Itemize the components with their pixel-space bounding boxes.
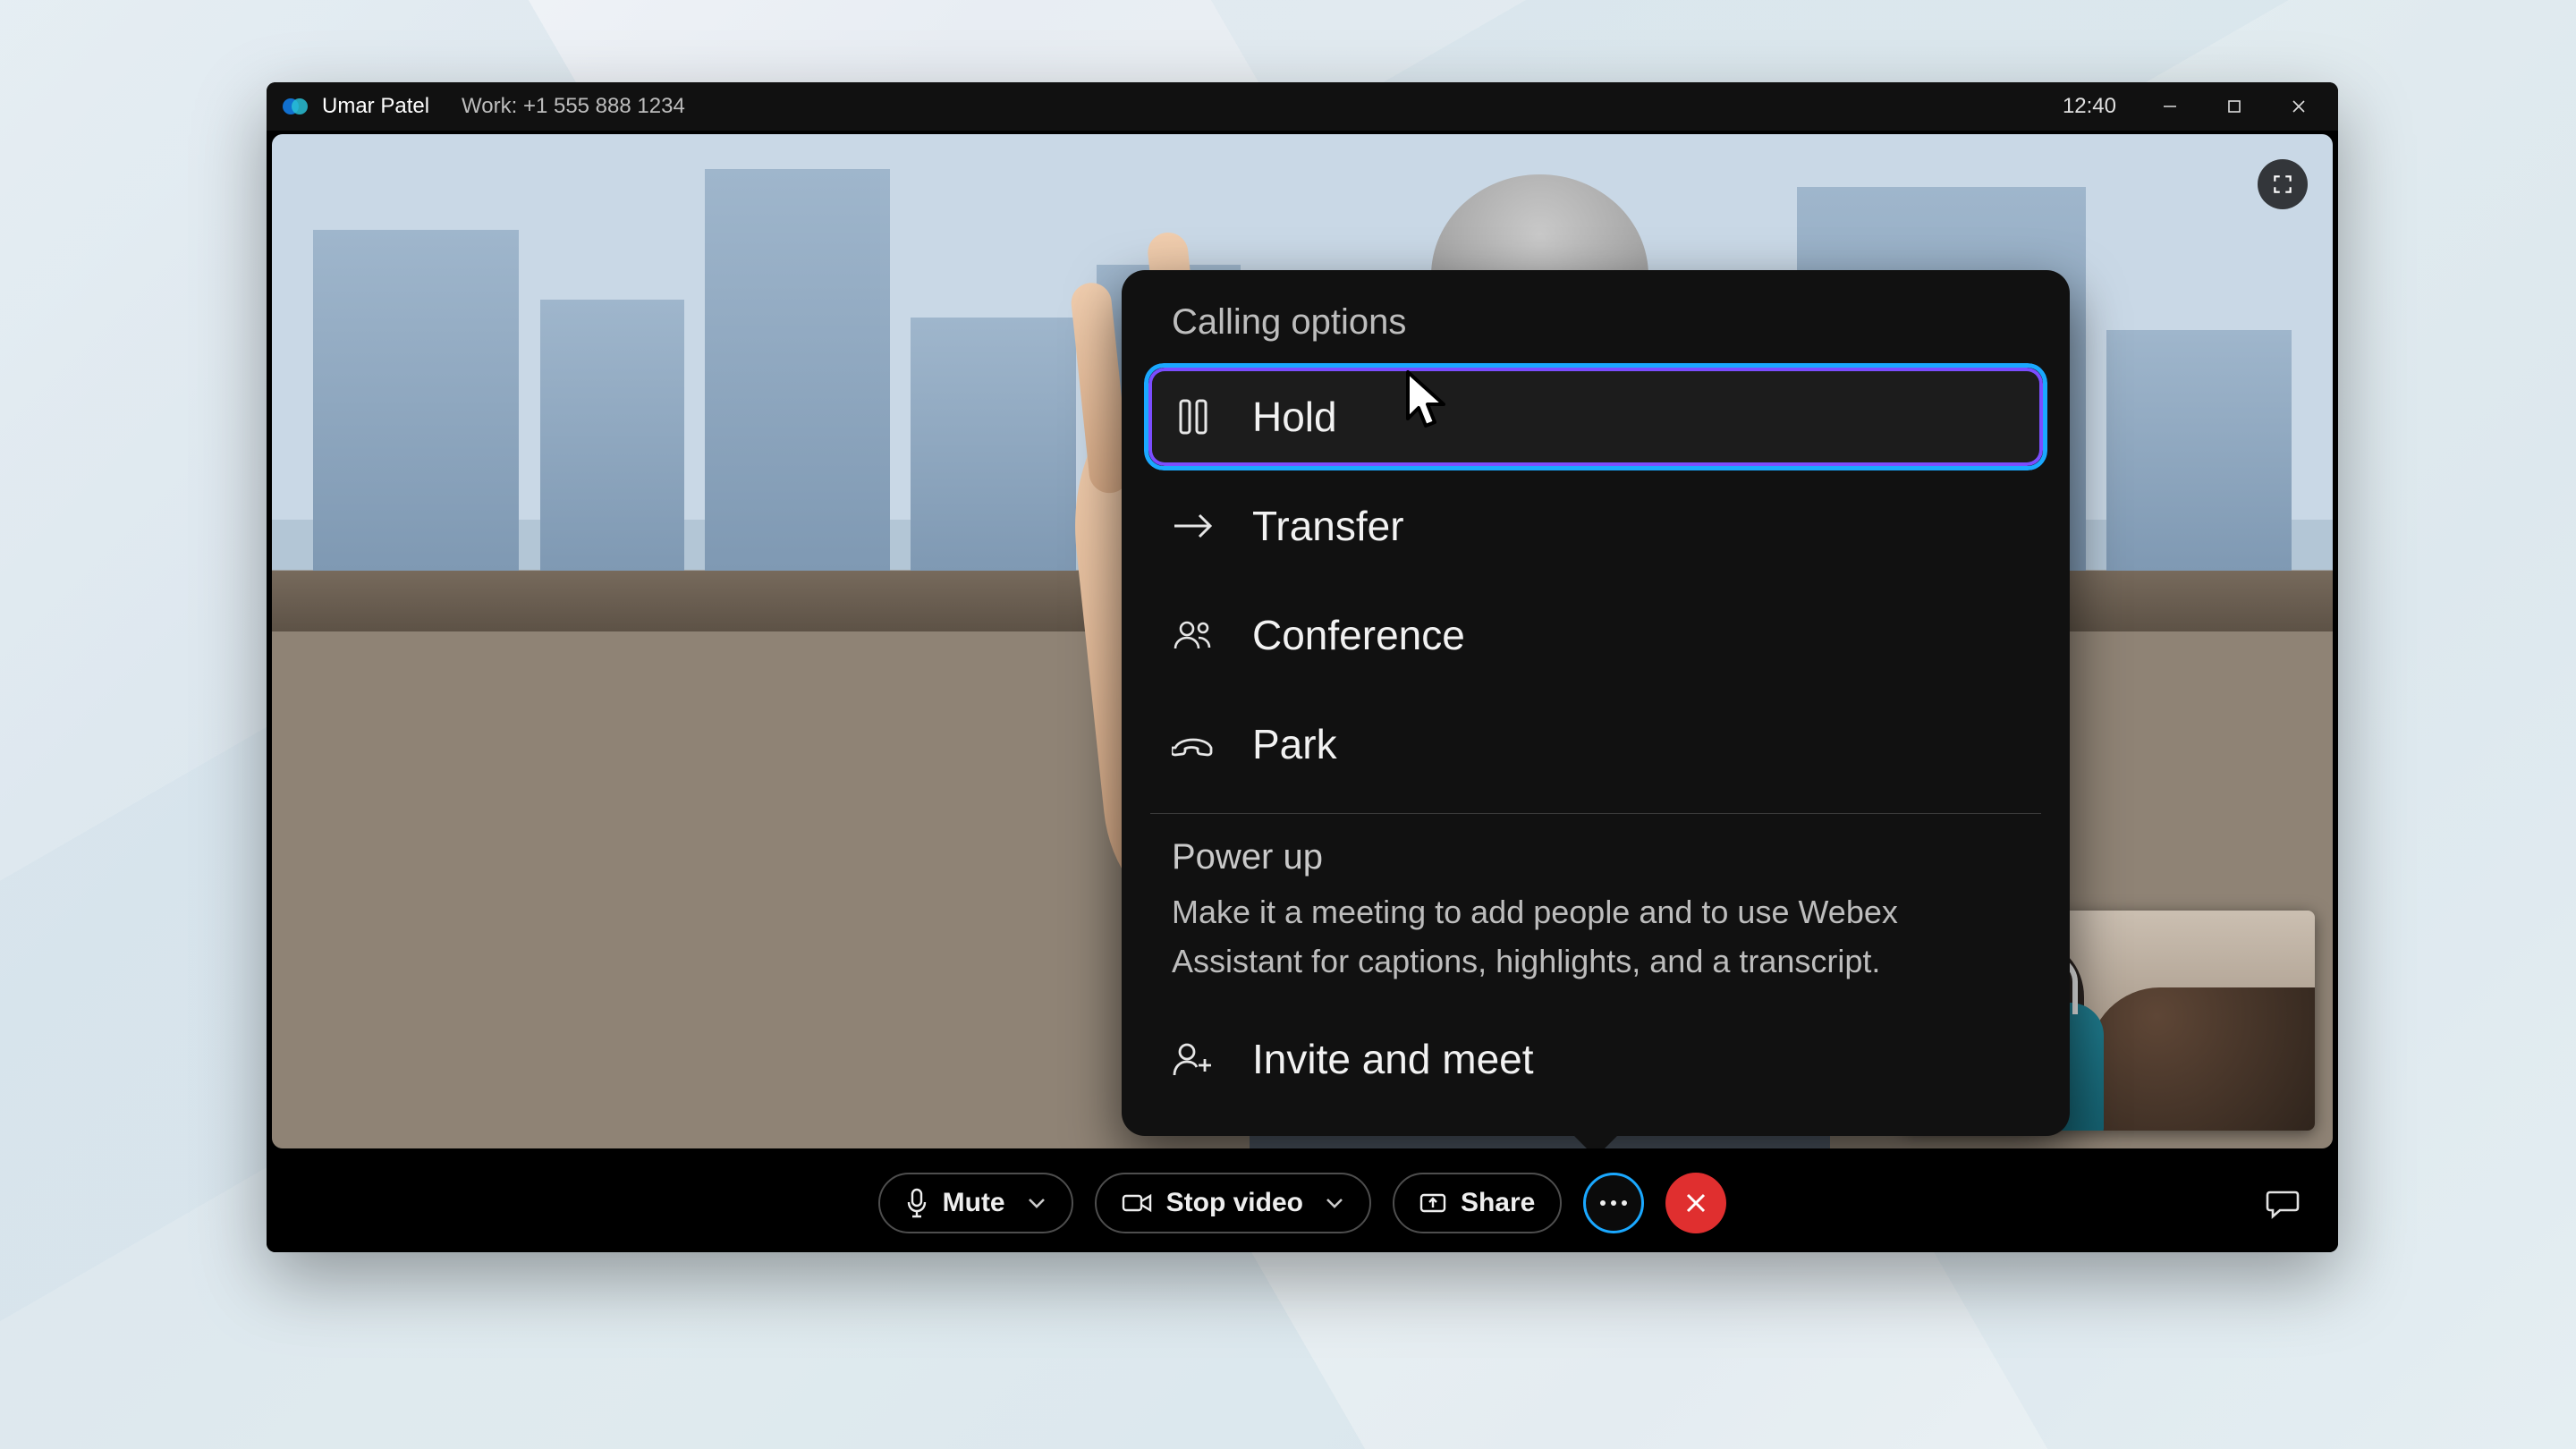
stop-video-button[interactable]: Stop video bbox=[1095, 1173, 1371, 1233]
chevron-down-icon[interactable] bbox=[1027, 1197, 1046, 1209]
chat-panel-button[interactable] bbox=[2259, 1180, 2306, 1226]
more-options-button[interactable] bbox=[1583, 1173, 1644, 1233]
video-icon bbox=[1122, 1192, 1152, 1214]
option-park[interactable]: Park bbox=[1145, 691, 2046, 797]
contact-name: Umar Patel bbox=[322, 94, 429, 119]
share-label: Share bbox=[1461, 1188, 1535, 1218]
people-icon bbox=[1170, 620, 1216, 650]
webex-logo-icon bbox=[281, 92, 309, 121]
option-label: Park bbox=[1252, 720, 1337, 768]
option-conference[interactable]: Conference bbox=[1145, 582, 2046, 688]
end-call-button[interactable] bbox=[1665, 1173, 1726, 1233]
separator bbox=[1150, 813, 2041, 814]
arrow-right-icon bbox=[1170, 513, 1216, 539]
line-label: Work: +1 555 888 1234 bbox=[462, 94, 685, 119]
option-hold[interactable]: Hold bbox=[1145, 364, 2046, 470]
maximize-button[interactable] bbox=[2202, 82, 2267, 131]
window-controls bbox=[2138, 82, 2331, 131]
chevron-down-icon[interactable] bbox=[1325, 1197, 1344, 1209]
option-invite-and-meet[interactable]: Invite and meet bbox=[1145, 1013, 2046, 1106]
option-label: Hold bbox=[1252, 393, 1337, 441]
stop-video-label: Stop video bbox=[1166, 1188, 1303, 1218]
powerup-title: Power up bbox=[1141, 830, 2050, 888]
titlebar: Umar Patel Work: +1 555 888 1234 12:40 bbox=[267, 82, 2338, 131]
phone-park-icon bbox=[1170, 732, 1216, 757]
mute-button[interactable]: Mute bbox=[878, 1173, 1073, 1233]
share-button[interactable]: Share bbox=[1393, 1173, 1562, 1233]
microphone-icon bbox=[905, 1188, 928, 1218]
calling-options-title: Calling options bbox=[1141, 302, 2050, 360]
call-toolbar: Mute Stop video Share bbox=[267, 1154, 2338, 1252]
powerup-description: Make it a meeting to add people and to u… bbox=[1141, 888, 2050, 1009]
popover-tail bbox=[1572, 1134, 1619, 1148]
call-window: Umar Patel Work: +1 555 888 1234 12:40 bbox=[267, 82, 2338, 1252]
option-label: Transfer bbox=[1252, 502, 1404, 550]
minimize-button[interactable] bbox=[2138, 82, 2202, 131]
share-screen-icon bbox=[1419, 1191, 1446, 1215]
fullscreen-button[interactable] bbox=[2258, 159, 2308, 209]
pause-icon bbox=[1170, 397, 1216, 436]
clock-time: 12:40 bbox=[2063, 94, 2116, 119]
video-area: Calling options Hold Transfer bbox=[272, 134, 2333, 1148]
close-button[interactable] bbox=[2267, 82, 2331, 131]
person-add-icon bbox=[1170, 1041, 1216, 1077]
mute-label: Mute bbox=[943, 1188, 1005, 1218]
option-transfer[interactable]: Transfer bbox=[1145, 473, 2046, 579]
calling-options-popover: Calling options Hold Transfer bbox=[1122, 270, 2070, 1136]
option-label: Invite and meet bbox=[1252, 1035, 1534, 1083]
option-label: Conference bbox=[1252, 611, 1465, 659]
